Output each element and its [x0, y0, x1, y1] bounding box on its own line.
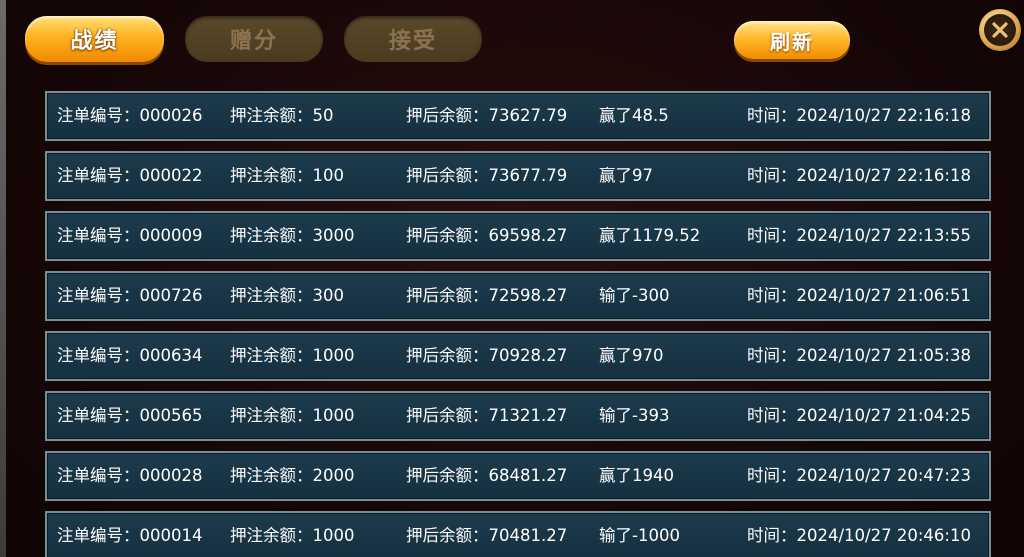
record-row: 注单编号：000634 押注余额：1000 押后余额：70928.27 赢了97… [45, 331, 991, 381]
bet-time: 时间：2024/10/27 20:46:10 [747, 526, 971, 545]
bet-result: 赢了1940 [599, 466, 674, 485]
tab-gift-points[interactable]: 赠分 [185, 16, 323, 62]
record-row: 注单编号：000026 押注余额：50 押后余额：73627.79 赢了48.5… [45, 91, 991, 141]
order-number: 注单编号：000028 [57, 466, 203, 485]
tab-accept[interactable]: 接受 [344, 16, 482, 62]
close-button[interactable] [979, 9, 1021, 51]
order-number: 注单编号：000022 [57, 166, 203, 185]
bet-result: 输了-393 [599, 406, 670, 425]
balance-after-bet: 押后余额：73627.79 [406, 106, 568, 125]
bet-result: 赢了970 [599, 346, 664, 365]
balance-after-bet: 押后余额：71321.27 [406, 406, 568, 425]
bet-result: 输了-1000 [599, 526, 680, 545]
bet-amount: 押注余额：50 [230, 106, 334, 125]
bet-amount: 押注余额：300 [230, 286, 344, 305]
record-row: 注单编号：000028 押注余额：2000 押后余额：68481.27 赢了19… [45, 451, 991, 501]
record-row: 注单编号：000014 押注余额：1000 押后余额：70481.27 输了-1… [45, 511, 991, 557]
bet-time: 时间：2024/10/27 22:13:55 [747, 226, 971, 245]
bet-amount: 押注余额：3000 [230, 226, 355, 245]
record-row: 注单编号：000565 押注余额：1000 押后余额：71321.27 输了-3… [45, 391, 991, 441]
bet-result: 赢了97 [599, 166, 653, 185]
close-icon [984, 14, 1016, 46]
bet-time: 时间：2024/10/27 21:04:25 [747, 406, 971, 425]
record-row: 注单编号：000009 押注余额：3000 押后余额：69598.27 赢了11… [45, 211, 991, 261]
order-number: 注单编号：000634 [57, 346, 203, 365]
refresh-button[interactable]: 刷新 [734, 21, 850, 59]
record-row: 注单编号：000022 押注余额：100 押后余额：73677.79 赢了97 … [45, 151, 991, 201]
order-number: 注单编号：000026 [57, 106, 203, 125]
order-number: 注单编号：000565 [57, 406, 203, 425]
balance-after-bet: 押后余额：73677.79 [406, 166, 568, 185]
bet-time: 时间：2024/10/27 20:47:23 [747, 466, 971, 485]
record-row: 注单编号：000726 押注余额：300 押后余额：72598.27 输了-30… [45, 271, 991, 321]
bet-result: 赢了48.5 [599, 106, 669, 125]
tab-records[interactable]: 战绩 [25, 16, 164, 62]
record-list[interactable]: 注单编号：000026 押注余额：50 押后余额：73627.79 赢了48.5… [45, 91, 991, 557]
bet-amount: 押注余额：1000 [230, 346, 355, 365]
left-edge-bar [0, 0, 6, 557]
bet-result: 赢了1179.52 [599, 226, 701, 245]
bet-amount: 押注余额：1000 [230, 526, 355, 545]
bet-amount: 押注余额：100 [230, 166, 344, 185]
order-number: 注单编号：000014 [57, 526, 203, 545]
balance-after-bet: 押后余额：70481.27 [406, 526, 568, 545]
bet-time: 时间：2024/10/27 21:05:38 [747, 346, 971, 365]
bet-amount: 押注余额：1000 [230, 406, 355, 425]
bet-time: 时间：2024/10/27 22:16:18 [747, 106, 971, 125]
order-number: 注单编号：000009 [57, 226, 203, 245]
bet-time: 时间：2024/10/27 22:16:18 [747, 166, 971, 185]
bet-time: 时间：2024/10/27 21:06:51 [747, 286, 971, 305]
balance-after-bet: 押后余额：72598.27 [406, 286, 568, 305]
bet-result: 输了-300 [599, 286, 670, 305]
balance-after-bet: 押后余额：68481.27 [406, 466, 568, 485]
records-screen: 战绩 赠分 接受 刷新 注单编号：000026 押注余额：50 押后余额：736… [0, 0, 1024, 557]
bet-amount: 押注余额：2000 [230, 466, 355, 485]
balance-after-bet: 押后余额：69598.27 [406, 226, 568, 245]
order-number: 注单编号：000726 [57, 286, 203, 305]
balance-after-bet: 押后余额：70928.27 [406, 346, 568, 365]
